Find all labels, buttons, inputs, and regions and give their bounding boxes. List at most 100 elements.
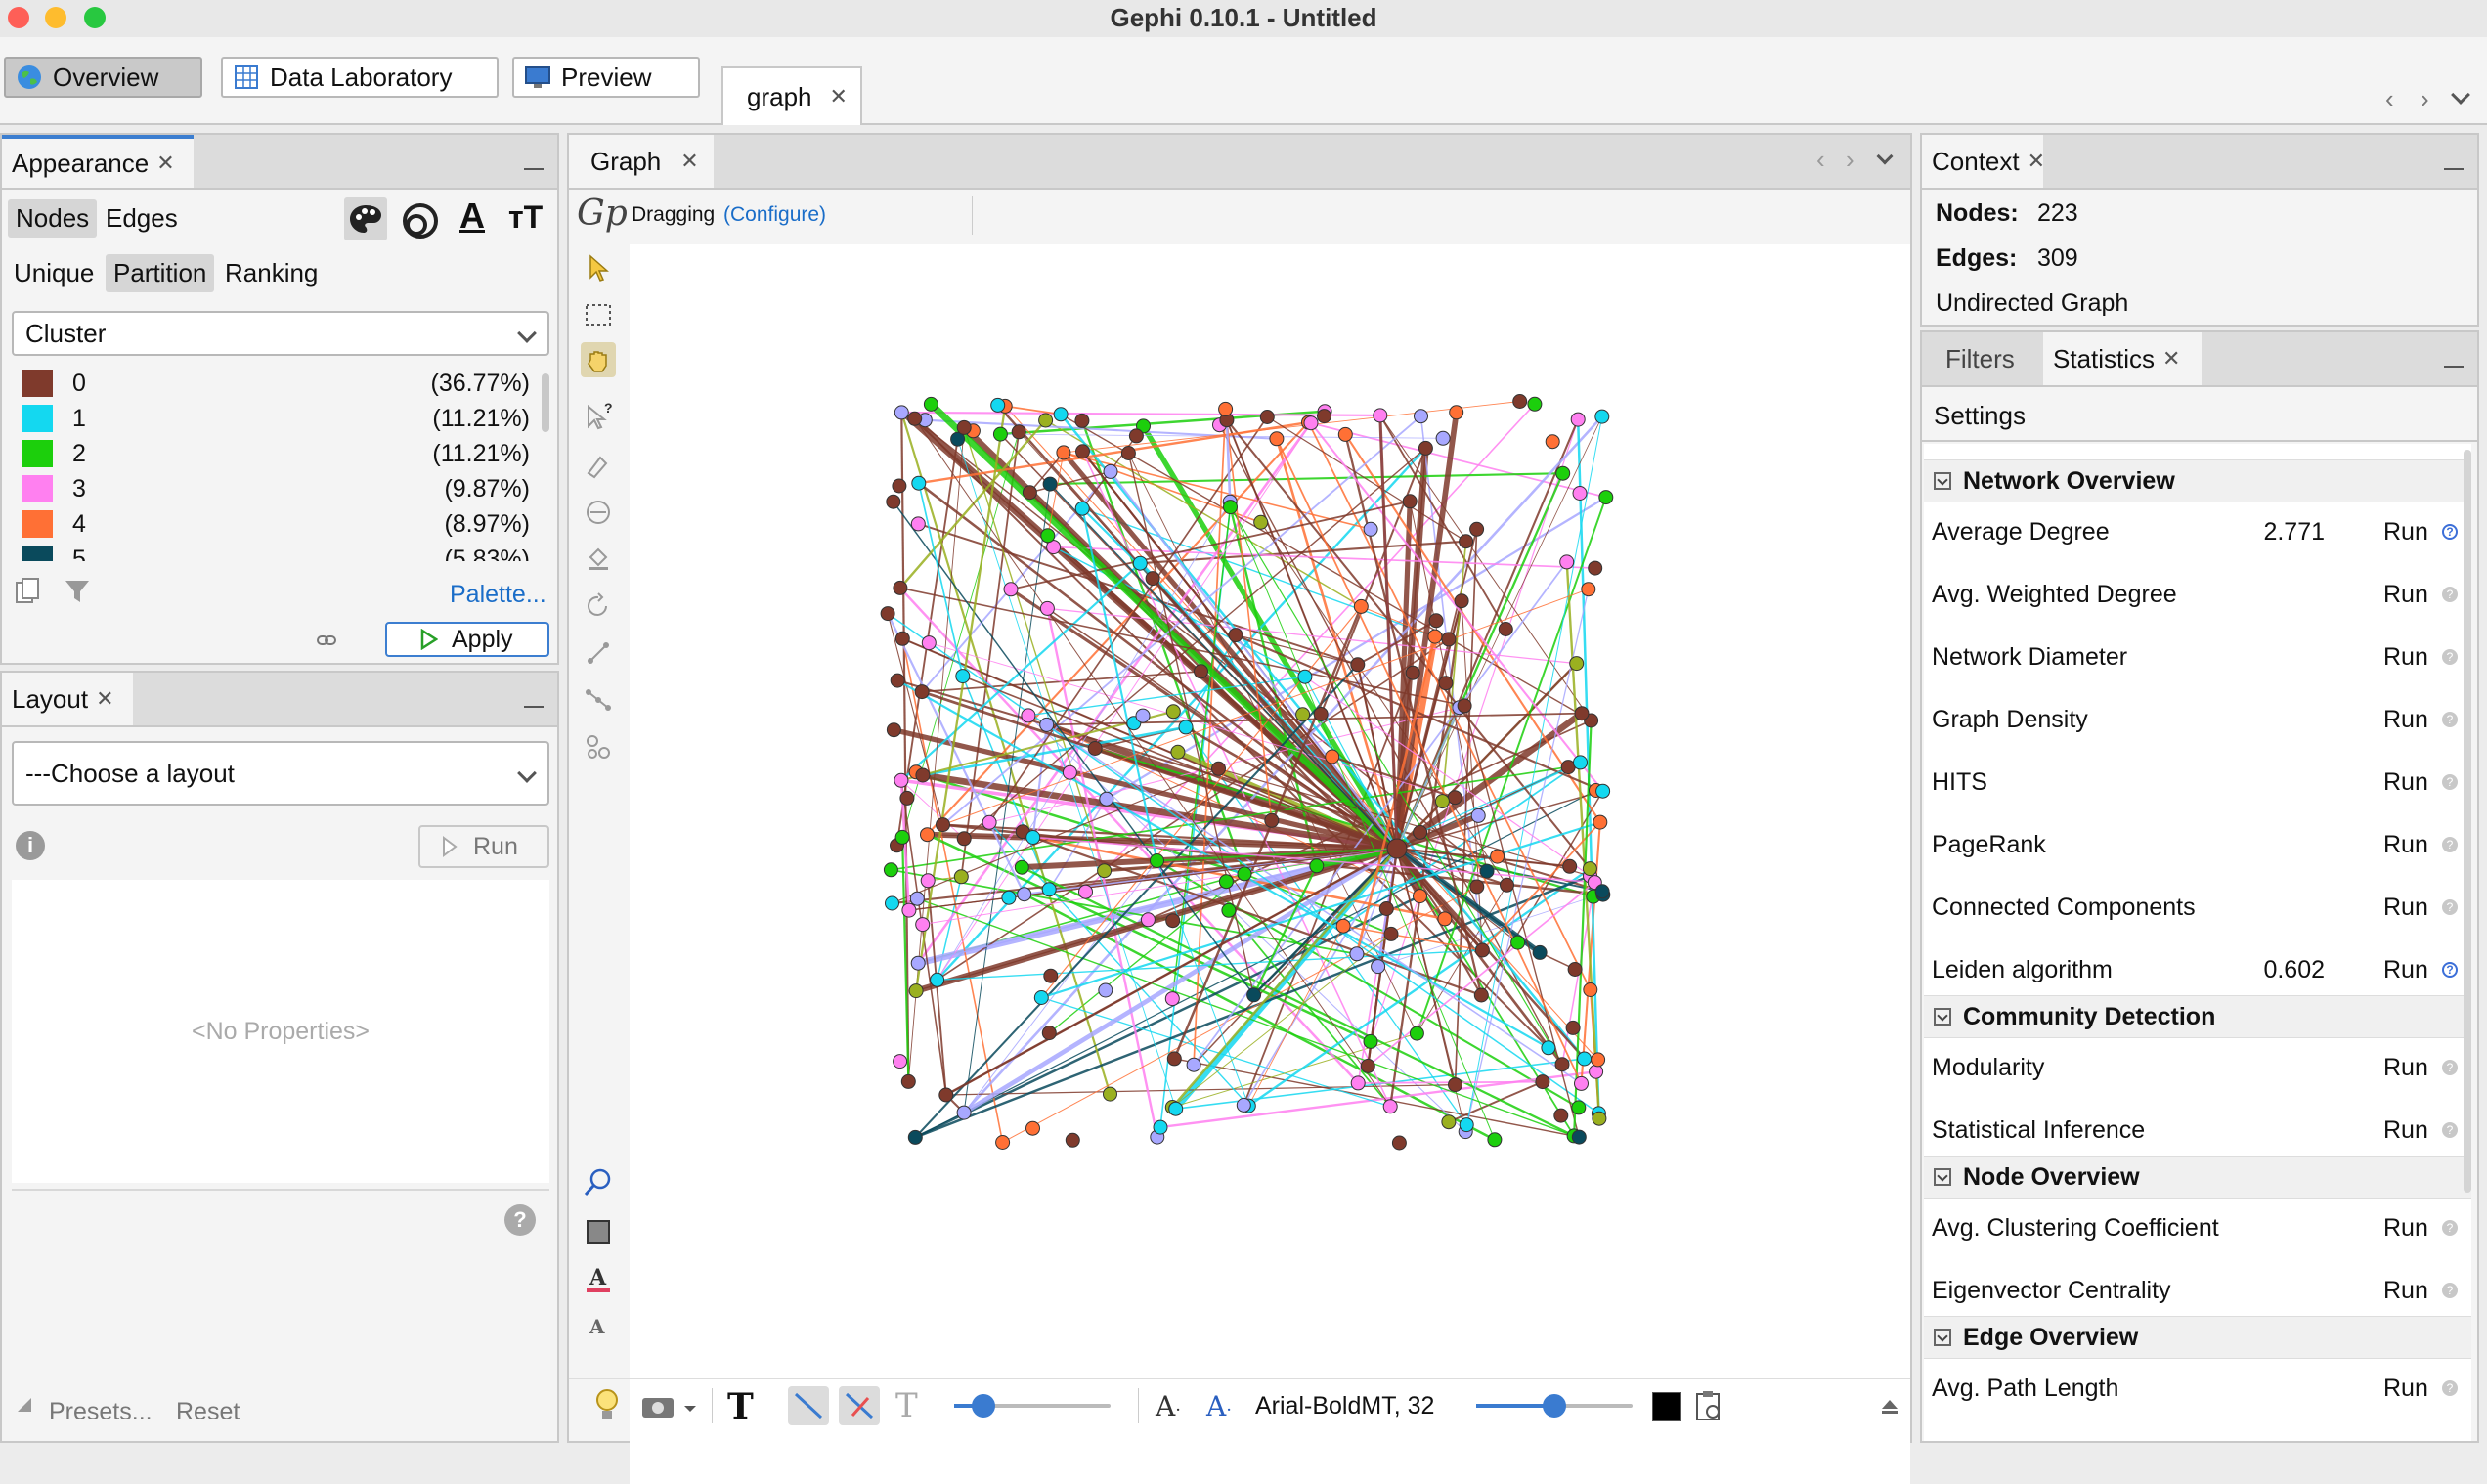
info-icon[interactable]: i [16, 831, 45, 860]
edges-toggle[interactable]: Edges [98, 199, 186, 238]
select-arrow-icon[interactable] [581, 250, 616, 285]
legend-scrollbar[interactable] [542, 373, 549, 432]
run-statistic-button[interactable]: Run [2383, 894, 2428, 922]
slider-thumb[interactable] [972, 1394, 995, 1418]
graph-node[interactable] [893, 1054, 908, 1069]
show-labels-icon[interactable]: T [727, 1386, 754, 1427]
report-help-icon[interactable]: ? [2442, 524, 2458, 540]
edge-color-icon[interactable] [839, 1386, 880, 1425]
graph-node[interactable] [956, 1105, 972, 1120]
graph-node[interactable] [1150, 853, 1164, 868]
graph-node[interactable] [1592, 1111, 1607, 1126]
label-color-icon[interactable]: A [459, 196, 485, 237]
edge-scale-slider[interactable] [954, 1394, 1111, 1418]
graph-node[interactable] [1371, 959, 1386, 975]
configure-link[interactable]: (Configure) [723, 203, 826, 227]
graph-node[interactable] [1559, 554, 1575, 570]
link-icon[interactable] [317, 633, 336, 647]
graph-node[interactable] [1428, 613, 1444, 629]
graph-node[interactable] [956, 419, 972, 435]
report-help-icon[interactable]: ? [2442, 837, 2458, 852]
graph-node[interactable] [1595, 783, 1611, 799]
graph-node[interactable] [1409, 1026, 1424, 1041]
label-size-slider[interactable] [1476, 1394, 1633, 1418]
report-help-icon[interactable]: ? [2442, 899, 2458, 915]
graph-node[interactable] [915, 767, 931, 783]
graph-node[interactable] [909, 891, 925, 906]
graph-node[interactable] [1040, 528, 1056, 544]
heat-map-icon[interactable] [581, 729, 616, 764]
graph-node[interactable] [1473, 987, 1489, 1003]
graph-node[interactable] [1075, 444, 1090, 459]
graph-node[interactable] [1574, 1075, 1589, 1091]
font-color-icon[interactable]: A· [1206, 1390, 1232, 1429]
run-statistic-button[interactable]: Run [2383, 643, 2428, 672]
run-statistic-button[interactable]: Run [2383, 1214, 2428, 1243]
graph-node[interactable] [1140, 912, 1156, 928]
graph-node[interactable] [1041, 1026, 1057, 1041]
graph-node[interactable] [914, 684, 930, 700]
graph-node[interactable] [1574, 706, 1590, 721]
statistics-section-header[interactable]: Community Detection [1924, 995, 2471, 1038]
graph-node[interactable] [1170, 744, 1186, 760]
graph-node[interactable] [1120, 446, 1136, 460]
collapse-icon[interactable] [1934, 1329, 1951, 1346]
graph-node[interactable] [1469, 879, 1485, 895]
color-swatch[interactable] [22, 440, 53, 467]
graph-node[interactable] [921, 635, 937, 651]
graph-node[interactable] [995, 1135, 1011, 1150]
graph-node[interactable] [1441, 632, 1457, 647]
graph-node[interactable] [1437, 911, 1453, 927]
layout-dropdown[interactable]: ---Choose a layout [12, 741, 549, 806]
graph-node[interactable] [1598, 490, 1614, 505]
center-zoom-icon[interactable] [581, 1165, 616, 1200]
graph-node[interactable] [1490, 849, 1505, 864]
run-layout-button[interactable]: Run [418, 825, 549, 868]
label-size-icon[interactable]: тT [508, 199, 543, 236]
run-statistic-button[interactable]: Run [2383, 1116, 2428, 1145]
filters-tab[interactable]: Filters [1945, 344, 2015, 374]
graph-node[interactable] [907, 1129, 923, 1145]
graph-node[interactable] [1383, 926, 1399, 941]
graph-node[interactable] [1363, 1033, 1378, 1049]
painter-icon[interactable] [581, 448, 616, 483]
font-size-down-icon[interactable]: A· [1156, 1390, 1181, 1429]
run-statistic-button[interactable]: Run [2383, 768, 2428, 797]
graph-node[interactable] [1074, 413, 1090, 428]
graph-node[interactable] [1178, 720, 1194, 735]
ranking-tab[interactable]: Ranking [217, 254, 326, 292]
graph-node[interactable] [894, 631, 910, 646]
graph-node[interactable] [1098, 982, 1113, 998]
collapse-icon[interactable] [1934, 1008, 1951, 1026]
graph-node[interactable] [1378, 901, 1394, 916]
graph-node[interactable] [1236, 1097, 1251, 1113]
graph-node[interactable] [955, 669, 971, 684]
graph-node[interactable] [1435, 430, 1451, 446]
graph-node[interactable] [938, 1087, 954, 1103]
graph-node[interactable] [1474, 942, 1490, 958]
presets-button[interactable]: Presets... [49, 1398, 153, 1426]
graph-node[interactable] [886, 494, 901, 509]
graph-node[interactable] [901, 902, 917, 918]
graph-node[interactable] [1469, 521, 1485, 537]
color-swatch[interactable] [22, 510, 53, 538]
layout-tab[interactable]: Layout ✕ [2, 673, 133, 725]
graph-node[interactable] [1360, 1058, 1375, 1073]
appearance-tab[interactable]: Appearance ✕ [2, 135, 194, 188]
graph-node[interactable] [1043, 968, 1059, 983]
graph-node[interactable] [1011, 424, 1026, 440]
graph-node[interactable] [1470, 807, 1486, 823]
graph-node[interactable] [883, 862, 898, 878]
statistics-section-header[interactable]: Edge Overview [1924, 1316, 2471, 1359]
graph-node[interactable] [1103, 463, 1118, 479]
graph-node[interactable] [1145, 571, 1160, 587]
graph-node[interactable] [930, 972, 945, 987]
graph-node[interactable] [1350, 657, 1366, 673]
graph-node[interactable] [1591, 1052, 1606, 1068]
graph-node[interactable] [1014, 859, 1029, 875]
legend-item[interactable]: 0 (36.77%) [22, 366, 530, 401]
graph-node[interactable] [1074, 501, 1090, 516]
graph-node[interactable] [894, 829, 910, 845]
report-help-icon[interactable]: ? [2442, 1220, 2458, 1236]
graph-node[interactable] [1039, 600, 1055, 616]
